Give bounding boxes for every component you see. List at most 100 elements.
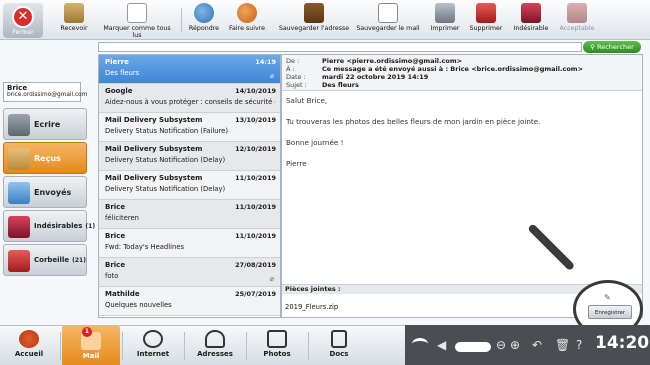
help-icon[interactable]: ? <box>576 338 582 352</box>
message-list: Pierre 14:19 Des fleurs ⌀ Google 14/10/2… <box>98 54 281 318</box>
dock-docs[interactable]: Docs <box>310 328 368 364</box>
dock-docs-label: Docs <box>329 350 349 358</box>
dock-photos[interactable]: Photos <box>248 328 306 364</box>
trash-icon[interactable]: 🗑 <box>555 338 570 352</box>
sidebar-item-label: Reçus <box>34 154 61 163</box>
sidebar-item-spam[interactable]: Indésirables (1) <box>3 210 95 242</box>
pencil-icon <box>8 114 30 136</box>
sidebar-item-label: Envoyés <box>34 188 71 197</box>
to-key: À : <box>286 65 295 73</box>
subject-key: Sujet : <box>286 81 307 89</box>
list-item[interactable]: Mail Delivery Subsystem 12/10/2019 Deliv… <box>99 142 280 171</box>
acceptable-label: Acceptable <box>559 25 595 32</box>
list-item[interactable]: Google 14/10/2019 Aidez-nous à vous prot… <box>99 84 280 113</box>
folder-trash-count: (21) <box>72 257 86 264</box>
message-subject: Des fleurs <box>105 69 140 77</box>
print-button[interactable]: Imprimer <box>428 3 462 37</box>
volume-icon[interactable]: ◀ <box>437 338 446 352</box>
sidebar-item-inbox[interactable]: Reçus <box>3 142 87 174</box>
message-date: 12/10/2019 <box>235 145 276 153</box>
message-date: 14:19 <box>255 58 276 66</box>
paperclip-icon: ⌀ <box>269 72 274 80</box>
search-input[interactable] <box>98 42 582 52</box>
dock-home[interactable]: Accueil <box>0 328 58 364</box>
dock-photos-label: Photos <box>263 350 291 358</box>
message-date: 11/10/2019 <box>235 232 276 240</box>
save-mail-button[interactable]: Sauvegarder le mail <box>355 3 421 37</box>
attachment-file[interactable]: 2019_Fleurs.zip <box>285 303 338 311</box>
forward-button[interactable]: Faire suivre <box>227 3 267 37</box>
message-header: De : Pierre <pierre.ordissimo@gmail.com> … <box>282 55 642 91</box>
volume-down-icon[interactable]: ⊖ <box>496 338 506 352</box>
print-label: Imprimer <box>430 25 460 32</box>
dock-divider <box>184 332 185 360</box>
camera-icon <box>267 330 287 348</box>
list-item[interactable]: Mail Delivery Subsystem 11/10/2019 Deliv… <box>99 171 280 200</box>
list-item[interactable]: Mail Delivery Subsystem 13/10/2019 Deliv… <box>99 113 280 142</box>
paperclip-icon: ⌀ <box>269 275 274 283</box>
message-date: 13/10/2019 <box>235 116 276 124</box>
document-icon <box>331 330 347 348</box>
volume-slider[interactable] <box>455 342 491 352</box>
body-line: Bonne journée ! <box>286 138 344 147</box>
sidebar-item-label: Indésirables (1) <box>34 222 95 230</box>
mark-all-read-button[interactable]: Marquer comme tous lus <box>98 3 176 39</box>
forward-label: Faire suivre <box>228 25 266 32</box>
acceptable-button[interactable]: Acceptable <box>557 3 597 37</box>
save-address-button[interactable]: Sauvegarder l'adresse <box>275 3 353 37</box>
sidebar-item-sent[interactable]: Envoyés <box>3 176 87 208</box>
message-subject: Delivery Status Notification (Failure) <box>105 127 229 135</box>
date-value: mardi 22 octobre 2019 14:19 <box>322 73 429 81</box>
list-item[interactable]: Mathilde 25/07/2019 Quelques nouvelles <box>99 287 280 316</box>
spam-button[interactable]: Indésirable <box>511 3 551 37</box>
reply-button[interactable]: Répondre <box>186 3 222 37</box>
delete-button[interactable]: Supprimer <box>467 3 505 37</box>
mark-all-read-label: Marquer comme tous lus <box>103 25 171 39</box>
spam-icon <box>521 3 541 23</box>
header-subject: Sujet : Des fleurs <box>286 81 359 89</box>
back-icon[interactable]: ↶ <box>532 338 542 352</box>
list-item[interactable]: Brice 11/10/2019 féliciteren <box>99 200 280 229</box>
forward-icon <box>237 3 257 23</box>
message-date: 27/08/2019 <box>235 261 276 269</box>
receive-button[interactable]: Recevoir <box>56 3 92 37</box>
message-body: Salut Brice, Tu trouveras les photos des… <box>286 96 636 180</box>
date-key: Date : <box>286 73 306 81</box>
message-date: 11/10/2019 <box>235 203 276 211</box>
dock-addresses[interactable]: Adresses <box>186 328 244 364</box>
search-button-label: Rechercher <box>597 43 634 51</box>
dock-divider <box>60 332 61 360</box>
reading-pane: De : Pierre <pierre.ordissimo@gmail.com> … <box>281 54 643 318</box>
save-attachment-button[interactable]: Enregistrer <box>588 305 632 319</box>
body-line: Salut Brice, <box>286 96 328 105</box>
mark-read-icon <box>127 3 147 23</box>
folder-trash-label: Corbeille <box>34 256 70 264</box>
sidebar-item-write[interactable]: Ecrire <box>3 108 87 140</box>
trash-icon <box>476 3 496 23</box>
folder-write-label: Ecrire <box>34 120 61 129</box>
dock-mail[interactable]: 1 Mail <box>62 326 120 365</box>
wifi-icon <box>412 338 428 350</box>
header-from: De : Pierre <pierre.ordissimo@gmail.com> <box>286 57 462 65</box>
search-button[interactable]: ⚲ Rechercher <box>583 41 641 53</box>
acceptable-icon <box>567 3 587 23</box>
list-item[interactable]: Pierre 14:19 Des fleurs ⌀ <box>99 55 280 84</box>
sidebar-item-trash[interactable]: Corbeille (21) <box>3 244 87 276</box>
to-value: Ce message a été envoyé aussi à : Brice … <box>322 65 584 73</box>
list-item[interactable]: Brice 11/10/2019 Fwd: Today's Headlines <box>99 229 280 258</box>
close-button[interactable]: ✕ Fermer <box>3 3 43 38</box>
account-box: Brice brice.ordissimo@gmail.com <box>3 82 87 102</box>
volume-up-icon[interactable]: ⊕ <box>510 338 520 352</box>
save-attachment-label: Enregistrer <box>594 310 626 316</box>
dock-divider <box>122 332 123 360</box>
reply-label: Répondre <box>188 25 220 32</box>
message-subject: Quelques nouvelles <box>105 301 172 309</box>
dock-addresses-label: Adresses <box>197 350 233 358</box>
body-line: Pierre <box>286 159 307 168</box>
save-address-label: Sauvegarder l'adresse <box>278 25 350 32</box>
printer-icon <box>435 3 455 23</box>
list-item[interactable]: Brice 27/08/2019 foto ⌀ <box>99 258 280 287</box>
dock-internet[interactable]: Internet <box>124 328 182 364</box>
folder-sent-label: Envoyés <box>34 188 72 197</box>
paperclip-icon: ✎ <box>604 293 611 302</box>
